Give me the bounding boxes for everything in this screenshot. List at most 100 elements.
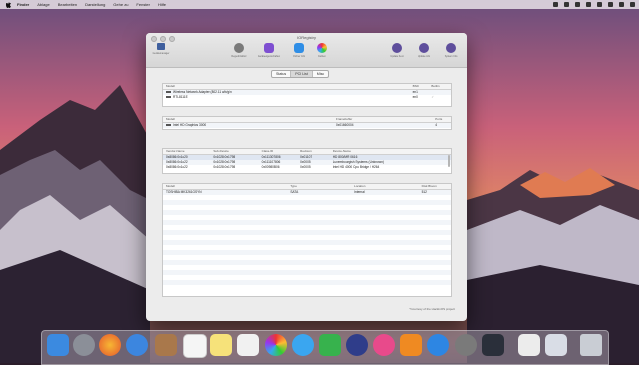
column-header[interactable]: Vendor-Name [163,149,210,154]
table-row[interactable]: RTL8111E en0 ✓ [163,95,451,100]
activity-monitor-icon[interactable] [482,334,504,356]
messages-icon[interactable] [292,334,314,356]
toolbar-update-kext-button[interactable]: Update Kext [384,43,410,58]
column-header[interactable]: Modell [163,184,287,189]
notes-book-icon[interactable] [155,334,177,356]
tab-pci-list[interactable]: PCI List [291,71,313,77]
properties-icon [264,43,274,53]
footer-credit: *Courtesy of the HackinOS project [409,307,455,311]
facetime-icon[interactable] [319,334,341,356]
app-store-icon[interactable] [427,334,449,356]
update-kext-icon [392,43,402,53]
network-name: RTL8111E [173,95,188,99]
notification-center-icon[interactable] [630,2,635,7]
gpu-icon [166,123,171,127]
wifi-icon[interactable] [564,2,569,7]
pci-class-id: 0x00980B06 [261,165,280,169]
column-header[interactable]: Builtin [428,84,451,89]
menu-finder[interactable]: Finder [17,2,29,7]
table-row[interactable]: Intel HD Graphics 3000 0x01660004 4 [163,123,451,128]
pci-table: Vendor-Name Sub-Device Class-ID Revision… [162,148,452,174]
menu-hilfe[interactable]: Hilfe [158,2,166,7]
pci-scrollbar[interactable] [448,155,450,167]
toolbar-label: Geräteeigenschaften [257,55,281,58]
app-window: IORegistry Gerätemanager Regedit Editor … [146,33,467,321]
disk-model: TOSHIBA MK3261GSYN [166,190,202,194]
preview-icon[interactable] [545,334,567,356]
table-row[interactable]: TOSHIBA MK3261GSYN SATA Internal 512 [163,190,451,195]
table-row[interactable]: 0x8086:0x1c22 0x1028:0x1798 0x00980B06 0… [163,165,451,170]
column-header[interactable]: Location [351,184,419,189]
launchpad-icon[interactable] [73,334,95,356]
storage-table: Modell Type Location Disk Bloom TOSHIBA … [162,183,452,297]
window-titlebar: IORegistry Gerätemanager Regedit Editor … [146,33,467,68]
column-header[interactable]: Modell [163,117,333,122]
toolbar-properties-button[interactable]: Geräteeigenschaften [256,43,282,58]
safari-icon[interactable] [126,334,148,356]
toolbar-label: Farben [318,55,326,58]
volume-icon[interactable] [575,2,580,7]
spotlight-icon[interactable] [619,2,624,7]
clock-icon[interactable] [597,2,602,7]
finder-icon[interactable] [47,334,69,356]
toolbar-update-info-button[interactable]: Update info [411,43,437,58]
column-header[interactable]: Disk Bloom [419,184,451,189]
network-builtin: ✓ [431,95,435,99]
column-header[interactable]: Sub-Device [210,149,258,154]
toolbar-label: Update Kext [390,55,404,58]
column-header[interactable]: Ports [432,117,451,122]
system-preferences-icon[interactable] [455,334,477,356]
column-header[interactable]: Type [287,184,351,189]
regedit-icon [234,43,244,53]
menu-bar: Finder Ablage Bearbeiten Darstellung Geh… [0,0,639,9]
column-header[interactable]: Framebuffer [333,117,432,122]
menu-gehe-zu[interactable]: Gehe zu [113,2,128,7]
textedit-icon[interactable] [518,334,540,356]
graphics-table: Modell Framebuffer Ports Intel HD Graphi… [162,116,452,130]
update-info-icon [419,43,429,53]
gpu-name: Intel HD Graphics 3000 [173,123,207,127]
photos-icon[interactable] [265,334,287,356]
status-area [547,0,635,9]
pci-vendor: 0x8086:0x1c22 [166,165,188,169]
tab-status[interactable]: Status [272,71,292,77]
gpu-ports: 4 [435,123,438,127]
maps-icon[interactable] [346,334,368,356]
folder-icon [294,43,304,53]
notes-icon[interactable] [210,334,232,356]
battery-icon[interactable] [586,2,591,7]
menu-ablage[interactable]: Ablage [37,2,49,7]
toolbar-colors-button[interactable]: Farben [309,43,335,58]
tab-misc[interactable]: Misc [313,71,328,77]
network-name: Wireless Network Adapter (802.11 a/b/g/n [173,90,232,94]
toolbar-label: Update info [417,55,431,58]
column-header[interactable]: BSD [410,84,429,89]
disk-location: Internal [354,190,365,194]
ibooks-icon[interactable] [400,334,422,356]
toolbar-device-button[interactable]: Gerätemanager [148,43,174,55]
window-title: IORegistry [297,35,316,40]
column-header[interactable]: Revision [297,149,330,154]
toolbar-regedit-button[interactable]: Regedit Editor [226,43,252,58]
firefox-icon[interactable] [99,334,121,356]
pci-sub-device: 0x1028:0x1798 [213,165,236,169]
toolbar-system-info-button[interactable]: System Info [438,43,464,58]
column-header[interactable]: Device-Name [330,149,451,154]
system-info-icon [446,43,456,53]
status-icon[interactable] [553,2,558,7]
apple-menu-icon[interactable] [5,1,12,8]
itunes-icon[interactable] [373,334,395,356]
column-header[interactable]: Class-ID [259,149,297,154]
network-table: Modell BSD Builtin Wireless Network Adap… [162,83,452,107]
menu-darstellung[interactable]: Darstellung [85,2,105,7]
network-card-icon [166,95,171,99]
tab-bar: Status PCI List Misc [271,70,330,78]
trash-icon[interactable] [580,334,602,356]
user-icon[interactable] [608,2,613,7]
reminders-icon[interactable] [237,334,259,356]
menu-bearbeiten[interactable]: Bearbeiten [58,2,77,7]
pci-revision: 0x0005 [300,165,311,169]
column-header[interactable]: Modell [163,84,410,89]
menu-fenster[interactable]: Fenster [136,2,150,7]
calendar-icon[interactable] [183,334,207,358]
